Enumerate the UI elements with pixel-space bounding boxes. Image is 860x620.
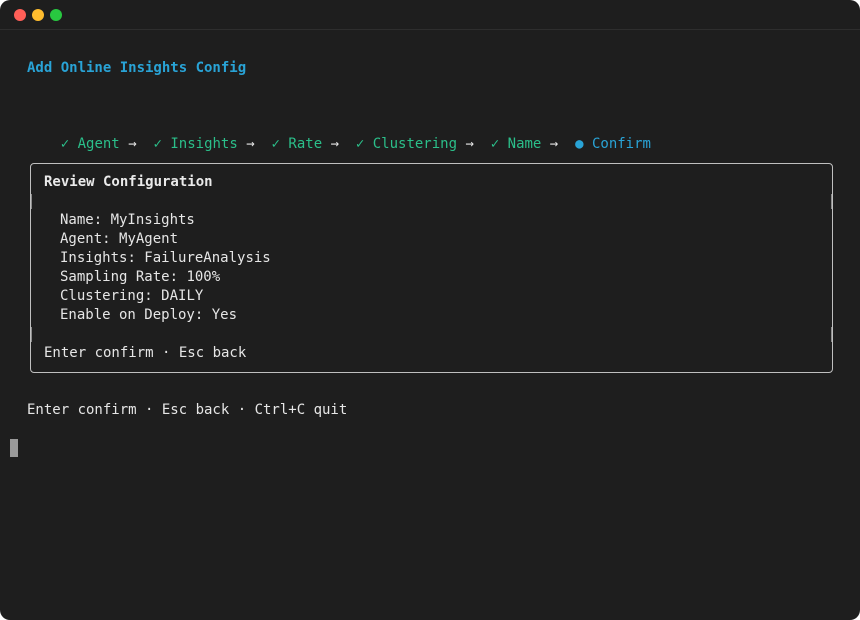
- title-bar: [0, 0, 860, 30]
- box-edge-right: [831, 194, 832, 209]
- field-clustering: Clustering: DAILY: [60, 288, 204, 304]
- keybinding-hints: Enter confirm · Esc back · Ctrl+C quit: [27, 402, 348, 418]
- step-agent: ✓ Agent: [60, 136, 120, 152]
- box-edge-right: [831, 327, 832, 342]
- review-title: Review Configuration: [44, 174, 213, 190]
- minimize-window-button[interactable]: [32, 9, 44, 21]
- terminal-window: Add Online Insights Config ✓ Agent → ✓ I…: [0, 0, 860, 620]
- step-clustering: ✓ Clustering: [355, 136, 458, 152]
- current-step-dot-icon: ●: [575, 136, 584, 152]
- field-sampling-rate: Sampling Rate: 100%: [60, 269, 221, 285]
- arrow-right-icon: →: [465, 136, 474, 152]
- close-window-button[interactable]: [14, 9, 26, 21]
- step-confirm: ● Confirm: [575, 136, 651, 152]
- check-icon: ✓: [490, 136, 500, 152]
- step-rate: ✓ Rate: [271, 136, 323, 152]
- field-enable-on-deploy: Enable on Deploy: Yes: [60, 307, 238, 323]
- arrow-right-icon: →: [128, 136, 137, 152]
- maximize-window-button[interactable]: [50, 9, 62, 21]
- arrow-right-icon: →: [246, 136, 255, 152]
- field-name: Name: MyInsights: [60, 212, 195, 228]
- check-icon: ✓: [60, 136, 70, 152]
- arrow-right-icon: →: [549, 136, 559, 152]
- box-edge-left: [31, 327, 32, 342]
- terminal-cursor[interactable]: [10, 439, 18, 457]
- step-name: ✓ Name: [490, 136, 542, 152]
- step-insights: ✓ Insights: [153, 136, 238, 152]
- arrow-right-icon: →: [330, 136, 339, 152]
- review-panel: Review Configuration Name: MyInsights Ag…: [30, 163, 833, 373]
- field-agent: Agent: MyAgent: [60, 231, 179, 247]
- box-edge-left: [31, 194, 32, 209]
- field-insights: Insights: FailureAnalysis: [60, 250, 271, 266]
- page-title: Add Online Insights Config: [27, 60, 247, 76]
- check-icon: ✓: [355, 136, 365, 152]
- check-icon: ✓: [271, 136, 280, 152]
- review-help-text: Enter confirm · Esc back: [44, 345, 247, 361]
- check-icon: ✓: [153, 136, 162, 152]
